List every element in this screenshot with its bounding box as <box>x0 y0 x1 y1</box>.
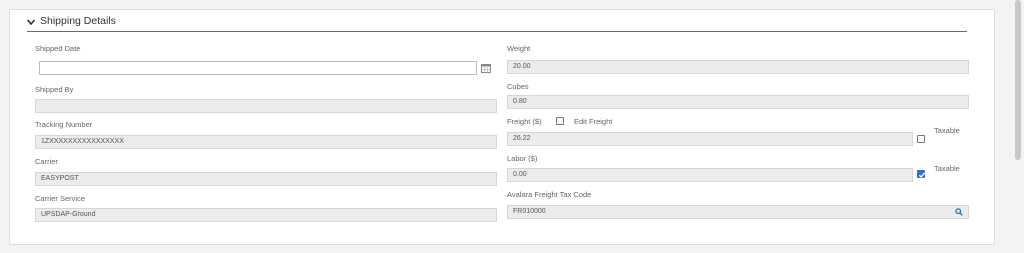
carrier-field: EASYPOST <box>35 172 497 186</box>
shipped-by-field <box>35 99 497 113</box>
freight-taxable-label: Taxable <box>934 126 960 135</box>
chevron-down-icon[interactable] <box>26 17 36 27</box>
carrier-label: Carrier <box>35 157 58 166</box>
shipped-date-label: Shipped Date <box>35 44 81 53</box>
labor-label: Labor ($) <box>507 154 538 163</box>
tracking-number-label: Tracking Number <box>35 120 93 129</box>
freight-label: Freight ($) <box>507 117 542 126</box>
freight-taxable-checkbox[interactable] <box>917 135 925 143</box>
avalara-tax-code-field[interactable]: FR010000 <box>507 205 969 219</box>
shipped-date-input[interactable] <box>39 61 477 75</box>
avalara-tax-code-label: Avalara Freight Tax Code <box>507 190 592 199</box>
edit-freight-label: Edit Freight <box>574 117 613 126</box>
section-header-shipping-details[interactable]: Shipping Details <box>26 11 967 32</box>
carrier-service-field: UPSDAP-Ground <box>35 208 497 222</box>
tracking-number-field: 1ZXXXXXXXXXXXXXXXX <box>35 135 497 149</box>
checkmark-icon <box>918 172 926 179</box>
scrollbar-thumb[interactable] <box>1015 0 1021 160</box>
weight-label: Weight <box>507 44 531 53</box>
labor-taxable-label: Taxable <box>934 164 960 173</box>
labor-taxable-checkbox[interactable] <box>917 170 926 179</box>
section-title: Shipping Details <box>40 15 116 27</box>
freight-field: 26.22 <box>507 132 913 146</box>
calendar-icon[interactable] <box>481 64 491 73</box>
cubes-field: 0.80 <box>507 95 969 109</box>
edit-freight-checkbox[interactable] <box>556 117 564 125</box>
search-icon[interactable] <box>951 206 967 218</box>
cubes-label: Cubes <box>507 82 529 91</box>
labor-field: 0.00 <box>507 168 913 182</box>
shipped-by-label: Shipped By <box>35 85 74 94</box>
carrier-service-label: Carrier Service <box>35 194 86 203</box>
weight-field: 20.00 <box>507 60 969 74</box>
